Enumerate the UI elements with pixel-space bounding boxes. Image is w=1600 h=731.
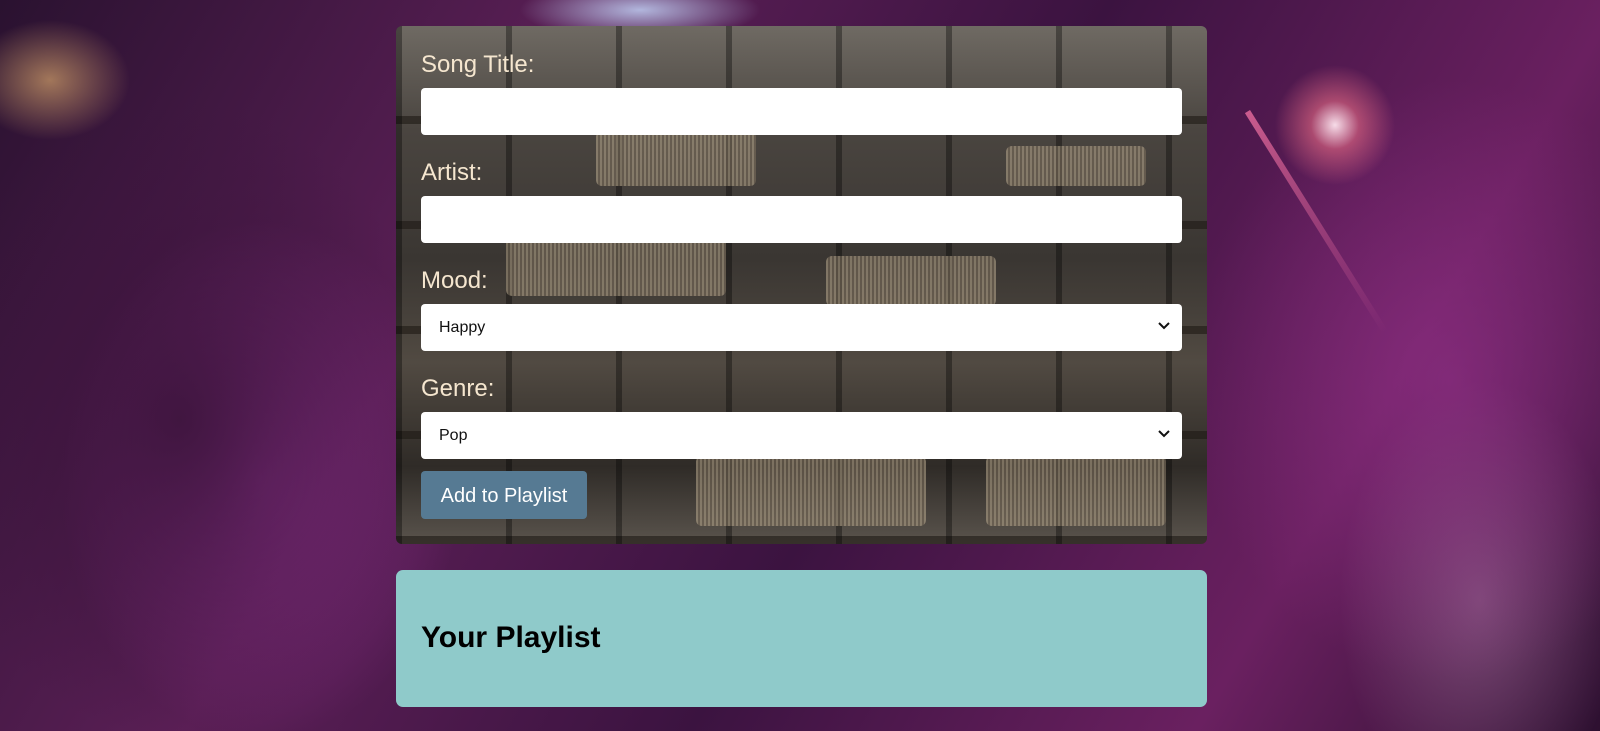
artist-input[interactable] xyxy=(421,196,1182,243)
mood-select[interactable]: Happy xyxy=(421,304,1182,351)
genre-label: Genre: xyxy=(421,375,495,402)
song-form: Song Title: Artist: Mood: Happy Genre: P… xyxy=(421,26,1182,459)
mood-label: Mood: xyxy=(421,267,488,294)
genre-select[interactable]: Pop xyxy=(421,412,1182,459)
radio-decor-6 xyxy=(986,456,1166,526)
add-to-playlist-button[interactable]: Add to Playlist xyxy=(421,471,587,519)
chevron-down-icon xyxy=(1158,304,1172,351)
artist-label: Artist: xyxy=(421,159,483,186)
song-title-input[interactable] xyxy=(421,88,1182,135)
radio-decor-5 xyxy=(696,456,926,526)
playlist-card: Your Playlist xyxy=(396,570,1207,707)
mood-selected-value: Happy xyxy=(439,319,486,336)
song-title-label: Song Title: xyxy=(421,51,535,78)
background-light-streak xyxy=(1244,110,1388,334)
chevron-down-icon xyxy=(1158,412,1172,459)
genre-selected-value: Pop xyxy=(439,427,468,444)
song-form-card: Song Title: Artist: Mood: Happy Genre: P… xyxy=(396,26,1207,544)
playlist-title: Your Playlist xyxy=(421,621,601,654)
